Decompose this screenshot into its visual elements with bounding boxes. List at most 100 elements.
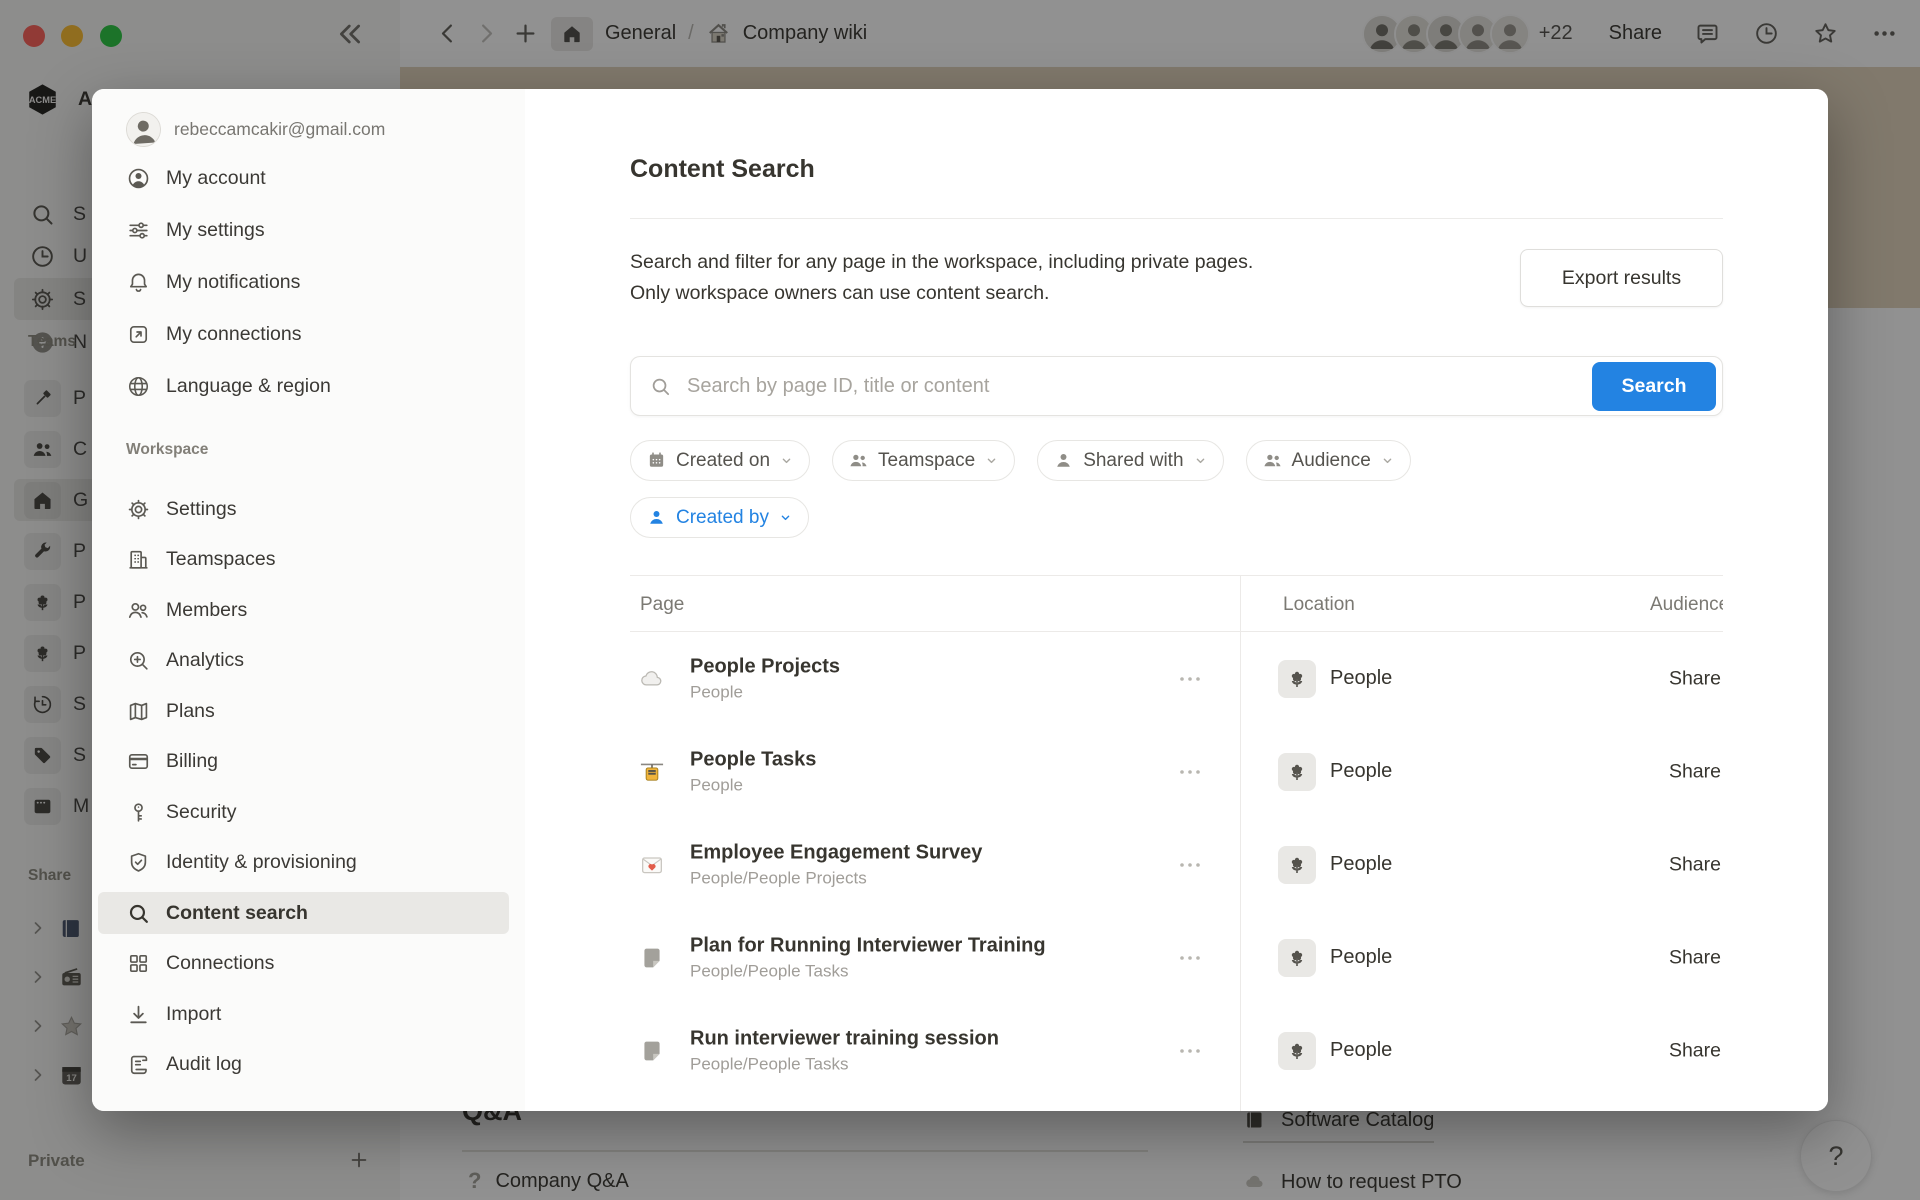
scroll-icon — [126, 1052, 151, 1077]
search-icon — [649, 375, 672, 398]
page-path: People/People Tasks — [690, 1054, 999, 1074]
filter-chips-row: Created on Teamspace Shared with Audienc… — [630, 440, 1411, 481]
table-header: Page Location Audience — [630, 575, 1723, 632]
teamspace-flower-icon — [1278, 939, 1316, 977]
nav-item-my-settings[interactable]: My settings — [98, 209, 509, 251]
people-icon — [848, 450, 869, 471]
avatar — [125, 111, 162, 148]
shield-check-icon — [126, 850, 151, 875]
row-actions-icon[interactable] — [1172, 667, 1208, 691]
nav-item-language-region[interactable]: Language & region — [98, 365, 509, 407]
settings-modal: rebeccamcakir@gmail.com My account My se… — [92, 89, 1828, 1111]
nav-item-connections[interactable]: Connections — [98, 942, 509, 984]
nav-item-billing[interactable]: Billing — [98, 740, 509, 782]
table-row[interactable]: People Tasks People People Share — [630, 725, 1723, 818]
location-name[interactable]: People — [1330, 1039, 1392, 1062]
key-icon — [126, 800, 151, 825]
column-header-audience[interactable]: Audience — [1650, 576, 1723, 633]
row-actions-icon[interactable] — [1172, 946, 1208, 970]
audience-value: Share — [1669, 853, 1721, 876]
page-path: People/People Tasks — [690, 961, 1046, 981]
nav-item-analytics[interactable]: Analytics — [98, 639, 509, 681]
page-path: People — [690, 775, 816, 795]
audience-value: Share — [1669, 760, 1721, 783]
person-icon — [646, 507, 667, 528]
chevron-down-icon — [779, 453, 794, 468]
grid-icon — [126, 951, 151, 976]
nav-item-plans[interactable]: Plans — [98, 690, 509, 732]
credit-card-icon — [126, 749, 151, 774]
chevron-down-icon — [1193, 453, 1208, 468]
row-actions-icon[interactable] — [1172, 853, 1208, 877]
location-name[interactable]: People — [1330, 760, 1392, 783]
search-icon — [126, 901, 151, 926]
nav-item-import[interactable]: Import — [98, 993, 509, 1035]
filter-shared-with[interactable]: Shared with — [1037, 440, 1223, 481]
teamspace-flower-icon — [1278, 1032, 1316, 1070]
page-title-link[interactable]: Run interviewer training session — [690, 1027, 999, 1050]
nav-item-teamspaces[interactable]: Teamspaces — [98, 538, 509, 580]
location-name[interactable]: People — [1330, 667, 1392, 690]
title-divider — [630, 218, 1723, 219]
nav-item-members[interactable]: Members — [98, 589, 509, 631]
account-email: rebeccamcakir@gmail.com — [174, 119, 385, 140]
page-title-link[interactable]: Employee Engagement Survey — [690, 841, 982, 864]
person-icon — [1053, 450, 1074, 471]
row-actions-icon[interactable] — [1172, 760, 1208, 784]
nav-item-audit-log[interactable]: Audit log — [98, 1043, 509, 1085]
page-path: People — [690, 682, 840, 702]
content-search-bar: Search — [630, 356, 1723, 416]
filter-created-on[interactable]: Created on — [630, 440, 810, 481]
page-title-link[interactable]: Plan for Running Interviewer Training — [690, 934, 1046, 957]
arrow-up-right-square-icon — [126, 322, 151, 347]
export-results-button[interactable]: Export results — [1520, 249, 1723, 307]
location-name[interactable]: People — [1330, 946, 1392, 969]
table-row[interactable]: Plan for Running Interviewer Training Pe… — [630, 911, 1723, 1004]
teamspace-flower-icon — [1278, 660, 1316, 698]
sliders-icon — [126, 218, 151, 243]
globe-icon — [126, 374, 151, 399]
page-path: People/People Projects — [690, 868, 982, 888]
filter-audience[interactable]: Audience — [1246, 440, 1411, 481]
page-title-link[interactable]: People Projects — [690, 655, 840, 678]
chevron-down-icon — [778, 510, 793, 525]
table-row[interactable]: Run interviewer training session People/… — [630, 1004, 1723, 1097]
nav-item-settings[interactable]: Settings — [98, 488, 509, 530]
notion-window: General / Company wiki +22 Share — [0, 0, 1920, 1200]
person-circle-icon — [126, 166, 151, 191]
nav-item-content-search[interactable]: Content search — [98, 892, 509, 934]
teamspace-flower-icon — [1278, 846, 1316, 884]
column-header-location[interactable]: Location — [1283, 576, 1355, 633]
chevron-down-icon — [1380, 453, 1395, 468]
nav-item-my-account[interactable]: My account — [98, 157, 509, 199]
nav-item-security[interactable]: Security — [98, 791, 509, 833]
map-icon — [126, 699, 151, 724]
teamspace-flower-icon — [1278, 753, 1316, 791]
people-icon — [126, 598, 151, 623]
filter-created-by[interactable]: Created by — [630, 497, 809, 538]
nav-item-identity-provisioning[interactable]: Identity & provisioning — [98, 841, 509, 883]
description: Search and filter for any page in the wo… — [630, 247, 1253, 309]
table-row[interactable]: Employee Engagement Survey People/People… — [630, 818, 1723, 911]
page-doc-icon — [638, 944, 666, 972]
people-icon — [1262, 450, 1283, 471]
magnifier-plus-icon — [126, 648, 151, 673]
filter-teamspace[interactable]: Teamspace — [832, 440, 1015, 481]
search-button[interactable]: Search — [1592, 362, 1716, 411]
table-row[interactable]: People Projects People People Share — [630, 632, 1723, 725]
location-name[interactable]: People — [1330, 853, 1392, 876]
row-actions-icon[interactable] — [1172, 1039, 1208, 1063]
chevron-down-icon — [984, 453, 999, 468]
settings-nav: rebeccamcakir@gmail.com My account My se… — [92, 89, 525, 1111]
search-input[interactable] — [685, 374, 1592, 399]
content-search-panel: Content Search Search and filter for any… — [525, 89, 1828, 1111]
page-title: Content Search — [630, 155, 815, 184]
page-title-link[interactable]: People Tasks — [690, 748, 816, 771]
building-icon — [126, 547, 151, 572]
page-doc-icon — [638, 1037, 666, 1065]
download-arrow-icon — [126, 1002, 151, 1027]
cloud-emoji-icon — [638, 665, 666, 693]
nav-item-my-notifications[interactable]: My notifications — [98, 261, 509, 303]
column-header-page[interactable]: Page — [640, 576, 684, 633]
nav-item-my-connections[interactable]: My connections — [98, 313, 509, 355]
